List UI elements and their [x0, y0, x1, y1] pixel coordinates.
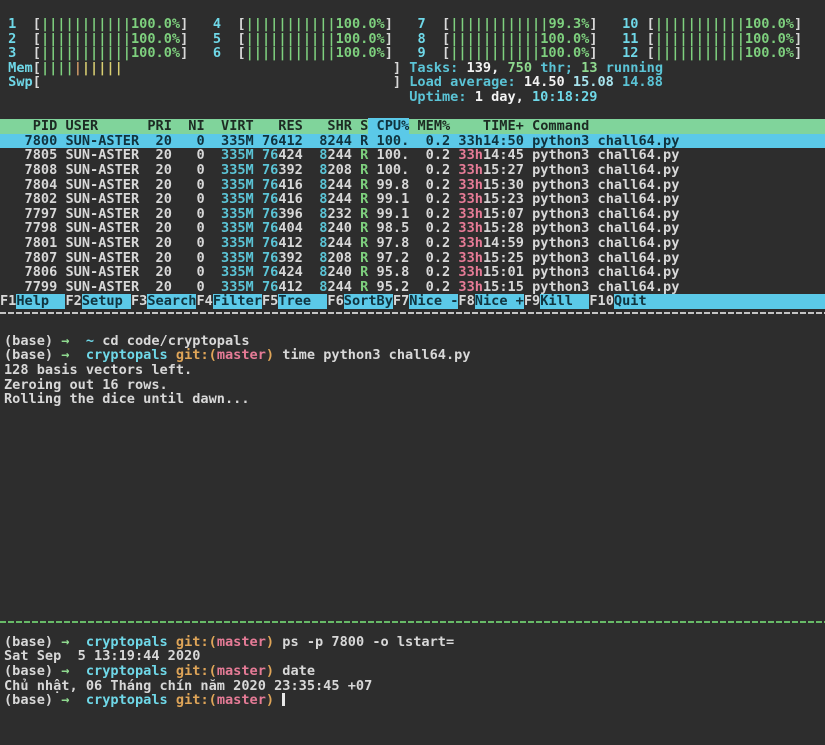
table-row[interactable]: 7806 SUN-ASTER 20 0 335M 76424 8240 R 95…	[0, 265, 825, 280]
table-row[interactable]: 7804 SUN-ASTER 20 0 335M 76416 8244 R 99…	[0, 177, 825, 193]
table-row[interactable]: 7808 SUN-ASTER 20 0 335M 76392 8208 R 10…	[0, 163, 825, 178]
shell-bottom-line: Chủ nhật, 06 Tháng chín năm 2020 23:35:4…	[4, 677, 373, 694]
cpu-meter-2: 2 [|||||||||||100.0%]	[0, 30, 189, 47]
fkey-item-search[interactable]: F3 Search	[131, 294, 197, 309]
table-row[interactable]: 7799 SUN-ASTER 20 0 335M 76412 8244 R 95…	[0, 279, 825, 295]
shell-output-bottom: (base) → cryptopals git:(master) ps -p 7…	[0, 635, 825, 708]
htop-meters: 1 [|||||||||||100.0%] 4 [|||||||||||100.…	[0, 17, 825, 105]
shell-bottom-line: Sat Sep 5 13:19:44 2020	[4, 648, 201, 665]
shell-bottom-line: (base) → cryptopals git:(master) date	[4, 663, 316, 680]
shell-top-line: (base) → ~ cd code/cryptopals	[4, 332, 250, 349]
swp-meter-row: Swp[ ] Load average: 14.50 15.08 14.88	[0, 75, 825, 90]
cpu-meter-5: 5 [|||||||||||100.0%]	[204, 30, 393, 47]
cpu-meter-7: 7 [||||||||||||99.3%]	[409, 16, 598, 32]
cpu-meter-12: 12 [|||||||||||100.0%]	[613, 45, 803, 62]
mem-meter-row: Mem[|||||||||| ] Tasks: 139, 750 thr; 13…	[0, 59, 825, 76]
text-cursor	[282, 693, 286, 707]
table-row[interactable]: 7802 SUN-ASTER 20 0 335M 76416 8244 R 99…	[0, 192, 825, 207]
cpu-meter-row: 2 [|||||||||||100.0%] 5 [|||||||||||100.…	[0, 30, 825, 47]
fkey-item-nice[interactable]: F7 Nice -	[393, 294, 459, 309]
htop-pane: 1 [|||||||||||100.0%] 4 [|||||||||||100.…	[0, 17, 825, 309]
cpu-meter-row: 1 [|||||||||||100.0%] 4 [|||||||||||100.…	[0, 17, 825, 32]
fkey-item-setup[interactable]: F2 Setup	[65, 294, 131, 309]
table-row[interactable]: 7800 SUN-ASTER 20 0 335M 76412 8244 R 10…	[0, 133, 825, 149]
load-average: Load average: 14.50 15.08 14.88	[409, 74, 663, 91]
fkey-item-tree[interactable]: F5 Tree	[262, 294, 328, 309]
pane-divider-bottom	[0, 620, 825, 623]
htop-spacer-line	[0, 105, 825, 120]
shell-top-line: Zeroing out 16 rows.	[4, 376, 168, 393]
table-row[interactable]: 7805 SUN-ASTER 20 0 335M 76424 8244 R 10…	[0, 148, 825, 163]
cpu-meter-row: 3 [|||||||||||100.0%] 6 [|||||||||||100.…	[0, 46, 825, 61]
cpu-meter-9: 9 [|||||||||||100.0%]	[409, 45, 598, 62]
table-row[interactable]: 7801 SUN-ASTER 20 0 335M 76412 8244 R 97…	[0, 236, 825, 251]
mem-meter: Mem[|||||||||| ]	[0, 59, 402, 76]
cpu-meter-10: 10 [|||||||||||100.0%]	[613, 16, 803, 32]
fkey-item-quit[interactable]: F10 Quit	[589, 294, 825, 309]
shell-top-line: Rolling the dice until dawn...	[4, 391, 250, 408]
shell-top-line: (base) → cryptopals git:(master) time py…	[4, 347, 471, 364]
fkey-bar: F1 Help F2 Setup F3 Search F4 Filter F5 Tree F6…	[0, 294, 825, 309]
fkey-item-filter[interactable]: F4 Filter	[196, 294, 262, 309]
cpu-meter-11: 11 [|||||||||||100.0%]	[613, 30, 803, 47]
process-table: PID USER PRI NI VIRT RES SHR S CPU% MEM%…	[0, 118, 825, 295]
pane-divider-top	[0, 311, 825, 314]
empty-region	[0, 407, 825, 621]
cpu-meter-1: 1 [|||||||||||100.0%]	[0, 16, 189, 32]
uptime-row: Uptime: 1 day, 10:18:29	[0, 90, 825, 105]
table-row[interactable]: 7798 SUN-ASTER 20 0 335M 76404 8240 R 98…	[0, 221, 825, 236]
shell-bottom-line: (base) → cryptopals git:(master) ps -p 7…	[4, 633, 455, 650]
terminal-screen: 1 [|||||||||||100.0%] 4 [|||||||||||100.…	[0, 0, 825, 708]
fkey-item-sortby[interactable]: F6 SortBy	[327, 294, 393, 309]
tasks-summary: Tasks: 139, 750 thr; 13 running	[409, 59, 664, 76]
table-row[interactable]: 7807 SUN-ASTER 20 0 335M 76392 8208 R 97…	[0, 250, 825, 266]
uptime: Uptime: 1 day, 10:18:29	[409, 88, 598, 105]
fkey-item-nice[interactable]: F8 Nice +	[458, 294, 524, 309]
shell-top-line: 128 basis vectors left.	[4, 362, 193, 379]
fkey-item-help[interactable]: F1 Help	[0, 294, 66, 309]
cpu-meter-6: 6 [|||||||||||100.0%]	[204, 45, 393, 62]
cpu-meter-8: 8 [|||||||||||100.0%]	[409, 30, 598, 47]
table-header[interactable]: PID USER PRI NI VIRT RES SHR S CPU% MEM%…	[0, 118, 825, 135]
table-row[interactable]: 7797 SUN-ASTER 20 0 335M 76396 8232 R 99…	[0, 206, 825, 222]
cpu-meter-4: 4 [|||||||||||100.0%]	[204, 16, 393, 32]
shell-output-top: (base) → ~ cd code/cryptopals (base) → cr…	[0, 334, 825, 407]
swp-meter: Swp[ ]	[0, 74, 402, 91]
fkey-item-kill[interactable]: F9 Kill	[524, 294, 590, 309]
shell-bottom-line: (base) → cryptopals git:(master)	[4, 693, 825, 708]
cpu-meter-3: 3 [|||||||||||100.0%]	[0, 45, 189, 62]
